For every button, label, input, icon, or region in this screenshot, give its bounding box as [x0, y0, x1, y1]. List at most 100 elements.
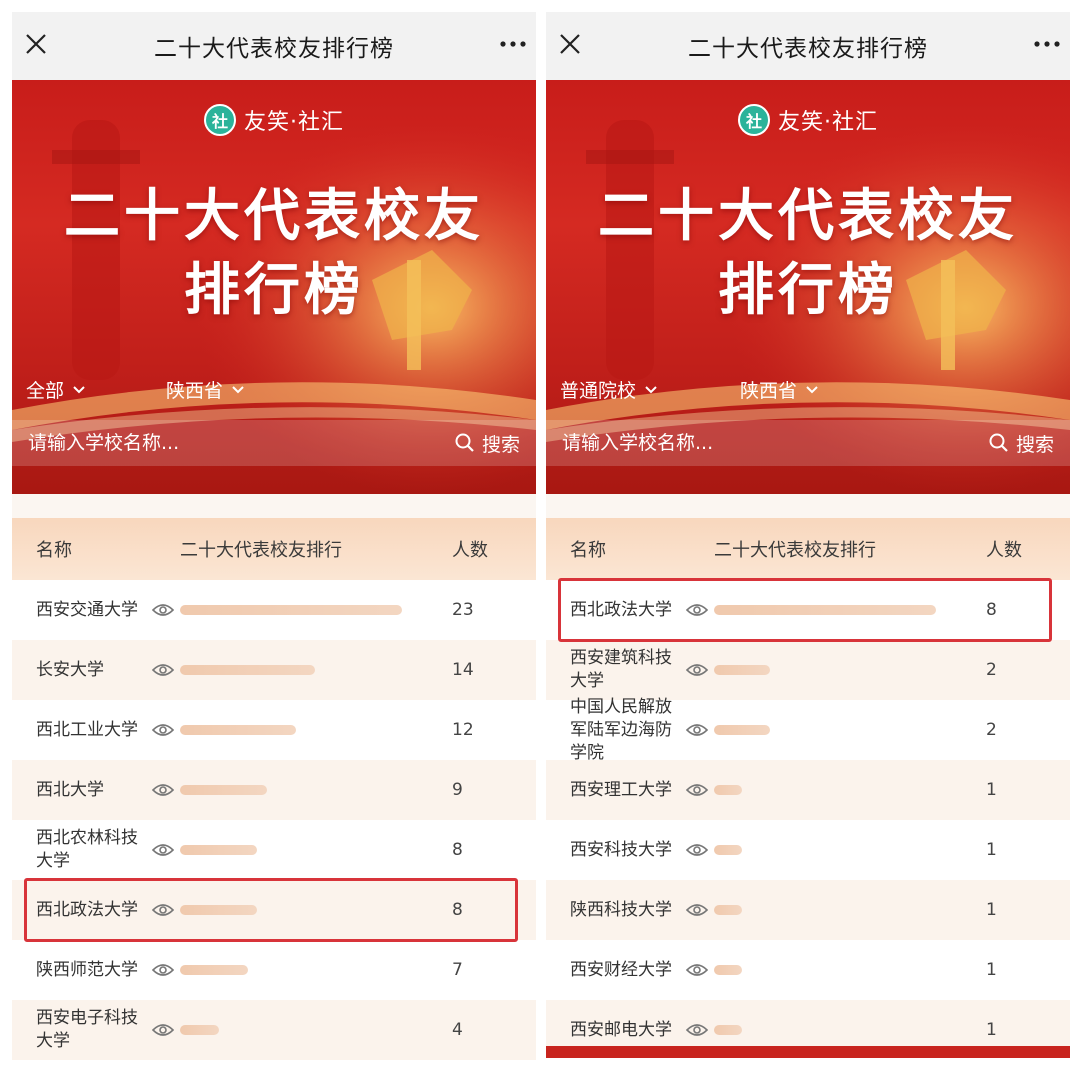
table-row[interactable]: 西北政法大学 8 [12, 880, 536, 940]
eye-icon [152, 904, 174, 916]
view-button[interactable] [686, 722, 714, 738]
search-input[interactable] [28, 432, 454, 454]
table-row[interactable]: 西安建筑科技大学 2 [546, 640, 1070, 700]
search-button-label: 搜索 [1015, 433, 1054, 456]
table-header: 名称 二十大代表校友排行 人数 [546, 518, 1070, 580]
alumni-count: 4 [452, 1020, 463, 1040]
view-button[interactable] [152, 662, 180, 678]
region-filter-dropdown[interactable]: 陕西省 [740, 376, 819, 403]
search-input[interactable] [562, 432, 988, 454]
column-header-name: 名称 [570, 540, 606, 561]
ranking-bar [714, 1025, 742, 1035]
view-button[interactable] [152, 902, 180, 918]
school-name: 西安科技大学 [570, 839, 672, 860]
view-button[interactable] [686, 662, 714, 678]
table-row[interactable]: 陕西师范大学 7 [12, 940, 536, 1000]
view-button[interactable] [686, 602, 714, 618]
ranking-bar [180, 965, 248, 975]
chevron-down-icon [645, 385, 657, 393]
table-row[interactable]: 西北工业大学 12 [12, 700, 536, 760]
view-button[interactable] [152, 602, 180, 618]
table-row[interactable]: 西安电子科技大学 4 [12, 1000, 536, 1060]
table-row[interactable]: 陕西科技大学 1 [546, 880, 1070, 940]
table-row[interactable]: 西安交通大学 23 [12, 580, 536, 640]
search-button[interactable]: 搜索 [454, 430, 520, 457]
ranking-list: 西安交通大学 23 长安大学 14 西北工业大学 12 西北大学 9 西北农林科技大学 8 西北政法… [12, 580, 536, 1060]
table-row[interactable]: 西安理工大学 1 [546, 760, 1070, 820]
school-name: 西北农林科技大学 [36, 828, 138, 871]
table-row[interactable]: 西安科技大学 1 [546, 820, 1070, 880]
table-row[interactable]: 西安邮电大学 1 [546, 1000, 1070, 1046]
chevron-down-icon [232, 385, 244, 393]
hero-banner: 社 友笑·社汇 二十大代表校友 排行榜 全部 陕西省 搜索 [12, 80, 536, 494]
school-name: 西北大学 [36, 779, 104, 800]
close-icon[interactable] [556, 30, 584, 58]
alumni-count: 8 [986, 600, 997, 620]
view-button[interactable] [686, 962, 714, 978]
eye-icon [686, 724, 708, 736]
alumni-count: 1 [986, 1020, 997, 1040]
view-button[interactable] [686, 902, 714, 918]
hero-title: 二十大代表校友 排行榜 [12, 180, 536, 328]
column-header-ranking: 二十大代表校友排行 [714, 540, 876, 561]
type-filter-dropdown[interactable]: 普通院校 [560, 376, 740, 403]
ranking-bar-track [180, 663, 438, 677]
school-name: 西北政法大学 [36, 899, 138, 920]
table-row[interactable]: 西北大学 9 [12, 760, 536, 820]
ranking-bar [714, 665, 770, 675]
school-name: 西北政法大学 [570, 599, 672, 620]
close-icon[interactable] [22, 30, 50, 58]
view-button[interactable] [686, 1022, 714, 1038]
more-icon[interactable] [496, 30, 530, 58]
filters: 普通院校 陕西省 [560, 376, 1056, 403]
view-button[interactable] [686, 842, 714, 858]
view-button[interactable] [152, 962, 180, 978]
hero-line-2: 排行榜 [184, 258, 364, 323]
school-name: 西北工业大学 [36, 719, 138, 740]
ranking-bar [714, 965, 742, 975]
school-name: 西安理工大学 [570, 779, 672, 800]
region-filter-dropdown[interactable]: 陕西省 [166, 376, 245, 403]
view-button[interactable] [152, 782, 180, 798]
table-row[interactable]: 西北政法大学 8 [546, 580, 1070, 640]
nav-bar: 二十大代表校友排行榜 [546, 12, 1070, 80]
search-bar: 搜索 [12, 420, 536, 466]
eye-icon [152, 724, 174, 736]
ranking-bar-track [714, 843, 972, 857]
view-button[interactable] [686, 782, 714, 798]
search-button[interactable]: 搜索 [988, 430, 1054, 457]
table-row[interactable]: 西北农林科技大学 8 [12, 820, 536, 880]
ranking-bar [180, 605, 402, 615]
ranking-bar-track [714, 663, 972, 677]
alumni-count: 2 [986, 660, 997, 680]
ranking-bar [714, 605, 936, 615]
ranking-bar-track [714, 783, 972, 797]
type-filter-label: 全部 [26, 380, 65, 402]
region-filter-label: 陕西省 [166, 380, 224, 402]
alumni-count: 14 [452, 660, 474, 680]
view-button[interactable] [152, 842, 180, 858]
column-header-count: 人数 [452, 540, 488, 561]
alumni-count: 1 [986, 780, 997, 800]
ranking-bar [180, 905, 257, 915]
table-row[interactable]: 西安财经大学 1 [546, 940, 1070, 1000]
eye-icon [152, 604, 174, 616]
ranking-bar-track [180, 963, 438, 977]
view-button[interactable] [152, 1022, 180, 1038]
ranking-bar [180, 665, 315, 675]
region-filter-label: 陕西省 [740, 380, 798, 402]
alumni-count: 8 [452, 900, 463, 920]
table-row[interactable]: 中国人民解放军陆军边海防学院 2 [546, 697, 1070, 763]
ranking-bar-track [180, 903, 438, 917]
type-filter-dropdown[interactable]: 全部 [26, 376, 166, 403]
search-icon [989, 433, 1008, 452]
view-button[interactable] [152, 722, 180, 738]
more-icon[interactable] [1030, 30, 1064, 58]
ranking-bar-track [714, 603, 972, 617]
eye-icon [686, 664, 708, 676]
ranking-bar [714, 905, 742, 915]
page-title: 二十大代表校友排行榜 [688, 36, 928, 62]
brand-logo: 社 [204, 104, 236, 136]
eye-icon [152, 1024, 174, 1036]
table-row[interactable]: 长安大学 14 [12, 640, 536, 700]
